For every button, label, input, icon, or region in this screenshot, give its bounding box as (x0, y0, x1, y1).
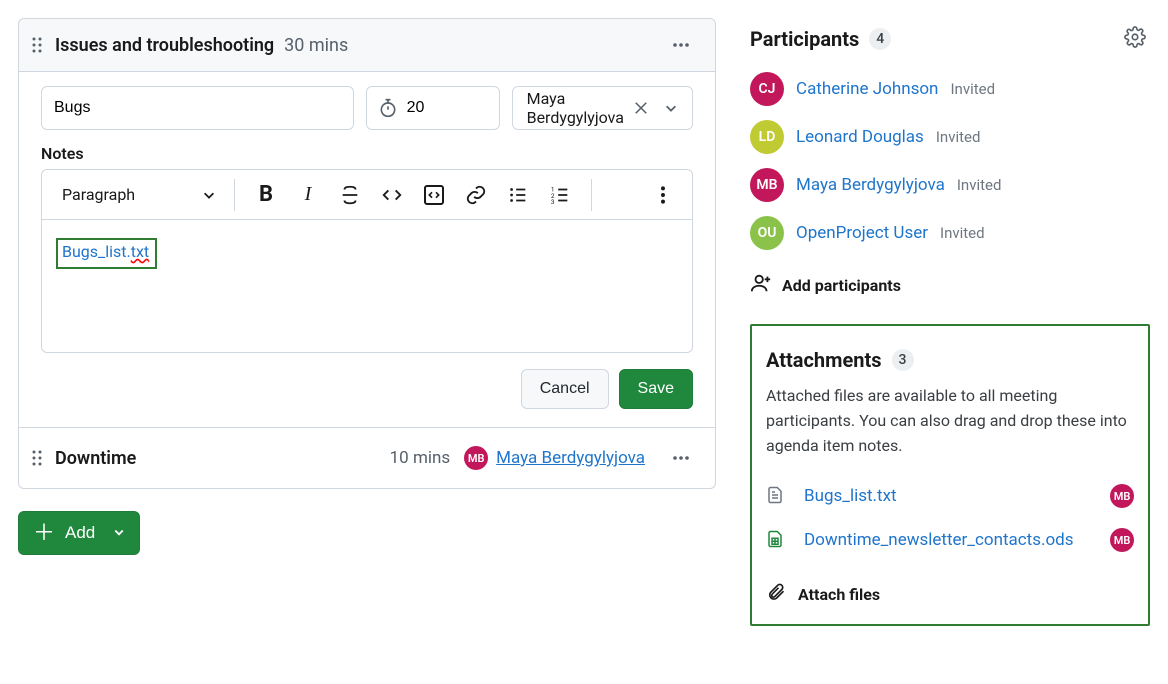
agenda-item-title: Issues and troubleshooting (55, 35, 274, 56)
participants-heading: Participants 4 (750, 27, 891, 51)
editor-toolbar: Paragraph B I 123 (42, 170, 692, 220)
participant-row: MB Maya Berdygylyjova Invited (750, 168, 1150, 202)
participant-avatar: CJ (750, 72, 784, 106)
participant-status: Invited (936, 128, 981, 146)
participant-status: Invited (950, 80, 995, 98)
assignee-avatar: MB (464, 446, 488, 470)
drag-handle-icon[interactable] (29, 37, 45, 53)
participant-name-link[interactable]: Maya Berdygylyjova (796, 175, 945, 195)
agenda-item-duration: 10 mins (390, 448, 451, 468)
agenda-item-assignee-link[interactable]: Maya Berdygylyjova (496, 448, 645, 468)
inserted-attachment-link[interactable]: Bugs_list.txt (56, 238, 157, 269)
link-button[interactable] (457, 176, 495, 214)
attachments-count-badge: 3 (892, 349, 914, 371)
attachment-owner-avatar: MB (1110, 484, 1134, 508)
attachments-description: Attached files are available to all meet… (766, 384, 1134, 458)
assignee-caret-icon[interactable] (664, 101, 684, 115)
add-agenda-item-button[interactable]: ＋ Add (18, 511, 140, 555)
drag-handle-icon[interactable] (29, 450, 45, 466)
attachments-panel: Attachments 3 Attached files are availab… (750, 324, 1150, 626)
participants-count-badge: 4 (869, 28, 891, 50)
participant-name-link[interactable]: Catherine Johnson (796, 79, 938, 99)
file-type-icon (766, 529, 786, 551)
save-button[interactable]: Save (619, 369, 693, 409)
svg-text:3: 3 (551, 198, 555, 206)
agenda-item-duration: 30 mins (284, 35, 348, 56)
agenda-assignee-select[interactable]: Maya Berdygylyjova (512, 86, 693, 130)
participant-name-link[interactable]: OpenProject User (796, 223, 928, 243)
gear-icon[interactable] (1124, 26, 1146, 52)
attachment-file-link[interactable]: Downtime_newsletter_contacts.ods (804, 530, 1092, 550)
cancel-button[interactable]: Cancel (521, 369, 609, 409)
file-type-icon (766, 485, 786, 507)
participant-avatar: MB (750, 168, 784, 202)
agenda-item-edit-form: Maya Berdygylyjova Notes Paragraph (19, 72, 715, 427)
agenda-item-title: Downtime (55, 448, 136, 469)
stopwatch-icon (378, 98, 398, 118)
agenda-item-header: Downtime 10 mins MB Maya Berdygylyjova (19, 427, 715, 488)
format-select-label: Paragraph (62, 185, 135, 204)
agenda-title-input[interactable] (41, 86, 354, 130)
code-block-button[interactable] (415, 176, 453, 214)
editor-more-button[interactable] (644, 176, 682, 214)
agenda-item-menu-button[interactable] (663, 31, 699, 59)
participant-name-link[interactable]: Leonard Douglas (796, 127, 924, 147)
attachment-file-link[interactable]: Bugs_list.txt (804, 486, 1092, 506)
attachment-row: Downtime_newsletter_contacts.ods MB (766, 528, 1134, 552)
format-select[interactable]: Paragraph (52, 181, 222, 208)
notes-label: Notes (41, 144, 693, 163)
add-caret-icon (113, 523, 125, 543)
italic-button[interactable]: I (289, 176, 327, 214)
add-button-label: Add (65, 523, 95, 543)
editor-content-area[interactable]: Bugs_list.txt (42, 220, 692, 352)
participant-row: CJ Catherine Johnson Invited (750, 72, 1150, 106)
notes-editor: Paragraph B I 123 (41, 169, 693, 353)
inline-code-button[interactable] (373, 176, 411, 214)
participant-status: Invited (957, 176, 1002, 194)
participant-avatar: LD (750, 120, 784, 154)
participant-row: OU OpenProject User Invited (750, 216, 1150, 250)
strikethrough-button[interactable] (331, 176, 369, 214)
agenda-item-header: Issues and troubleshooting 30 mins (19, 19, 715, 72)
bold-button[interactable]: B (247, 176, 285, 214)
add-person-icon (750, 272, 772, 298)
attachment-row: Bugs_list.txt MB (766, 484, 1134, 508)
clear-assignee-icon[interactable] (634, 101, 654, 115)
plus-icon: ＋ (33, 522, 55, 544)
bullet-list-button[interactable] (499, 176, 537, 214)
add-participants-button[interactable]: Add participants (750, 272, 1150, 298)
participant-row: LD Leonard Douglas Invited (750, 120, 1150, 154)
attach-files-button[interactable]: Attach files (766, 582, 1134, 606)
participant-status: Invited (940, 224, 985, 242)
agenda-item-menu-button[interactable] (663, 444, 699, 472)
attachments-heading: Attachments 3 (766, 348, 1134, 372)
paperclip-icon (766, 582, 786, 606)
participant-avatar: OU (750, 216, 784, 250)
agenda-assignee-name: Maya Berdygylyjova (527, 89, 624, 127)
numbered-list-button[interactable]: 123 (541, 176, 579, 214)
attachment-owner-avatar: MB (1110, 528, 1134, 552)
